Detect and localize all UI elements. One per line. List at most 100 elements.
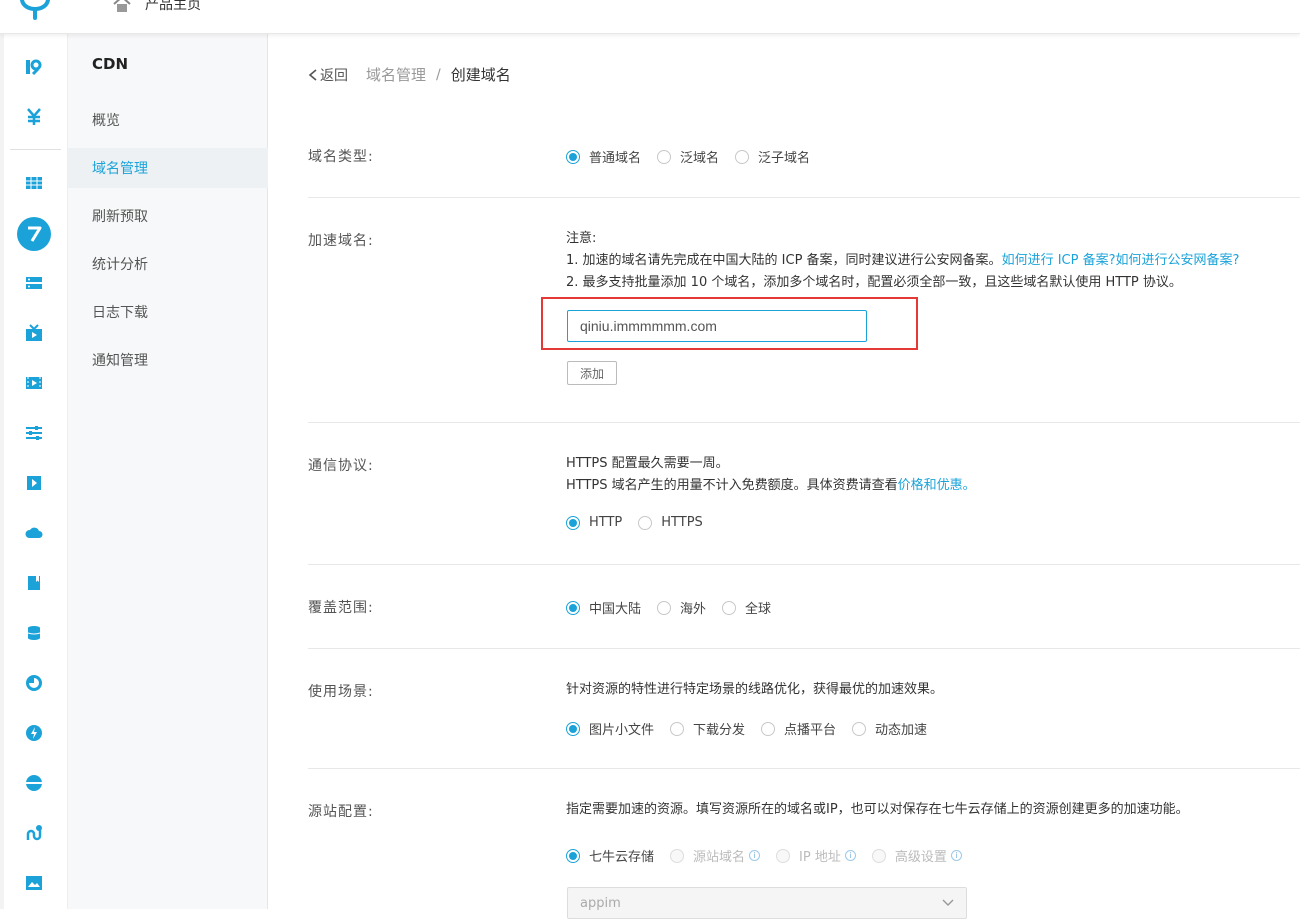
rail-item-play[interactable] xyxy=(0,468,68,498)
rail-divider xyxy=(10,149,61,150)
chevron-left-icon xyxy=(308,68,317,81)
sliders-icon xyxy=(26,426,42,440)
rail-item-billing[interactable] xyxy=(0,102,68,132)
radio-download[interactable]: 下载分发 xyxy=(670,719,745,738)
domain-type-section: 域名类型: 普通域名 泛域名 泛子域名 xyxy=(308,121,1300,198)
note-line-2: 2. 最多支持批量添加 10 个域名，添加多个域名时，配置必须全部一致，且这些域… xyxy=(566,275,1182,290)
radio-domain-normal[interactable]: 普通域名 xyxy=(566,147,641,166)
radio-overseas[interactable]: 海外 xyxy=(657,598,706,617)
rail-item-live[interactable] xyxy=(0,318,68,348)
radio-label: 全球 xyxy=(745,602,772,617)
protocol-line-2: HTTPS 域名产生的用量不计入免费额度。具体资费请查看价格和优惠。 xyxy=(566,475,976,497)
pricing-link[interactable]: 价格和优惠。 xyxy=(898,478,976,493)
info-icon: i xyxy=(844,850,856,861)
yen-icon xyxy=(27,108,41,125)
add-domain-button[interactable]: 添加 xyxy=(567,361,617,385)
protocol-line-1: HTTPS 配置最久需要一周。 xyxy=(566,456,729,471)
protocol-notes: HTTPS 配置最久需要一周。 HTTPS 域名产生的用量不计入免费额度。具体资… xyxy=(566,453,976,497)
play-icon xyxy=(27,476,41,490)
radio-https[interactable]: HTTPS xyxy=(638,515,703,530)
breadcrumb-parent[interactable]: 域名管理 xyxy=(366,64,426,85)
radio-label: 动态加速 xyxy=(875,723,928,738)
radio-qiniu-storage[interactable]: 七牛云存储 xyxy=(566,846,654,865)
icp-filing-link[interactable]: 如何进行 ICP 备案? xyxy=(1002,253,1116,268)
coverage-radio-group: 中国大陆 海外 全球 xyxy=(566,598,787,617)
origin-section: 源站配置: 指定需要加速的资源。填写资源所在的域名或IP，也可以对保存在七牛云存… xyxy=(308,769,1300,919)
pipeline-icon xyxy=(26,825,42,841)
rail-item-image[interactable] xyxy=(0,868,68,898)
protocol-radio-group: HTTP HTTPS xyxy=(566,515,719,530)
accel-domain-notes: 注意: 1. 加速的域名请先完成在中国大陆的 ICP 备案，同时建议进行公安网备… xyxy=(566,228,1300,294)
qiniu-logo-icon[interactable] xyxy=(18,0,52,22)
pie-icon xyxy=(26,675,42,691)
domain-input[interactable] xyxy=(567,310,867,342)
sidebar-item-overview[interactable]: 概览 xyxy=(68,100,268,140)
accel-domain-label: 加速域名: xyxy=(308,233,374,249)
rail-item-cloud[interactable] xyxy=(0,518,68,548)
back-link[interactable]: 返回 xyxy=(308,65,348,85)
radio-advanced[interactable]: 高级设置 i xyxy=(871,846,962,865)
product-rail xyxy=(0,34,68,909)
cdn-sidebar: CDN 概览 域名管理 刷新预取 统计分析 日志下载 通知管理 xyxy=(68,34,268,909)
radio-label: HTTP xyxy=(589,515,623,530)
radio-mainland[interactable]: 中国大陆 xyxy=(566,598,641,617)
rail-item-network[interactable] xyxy=(0,768,68,798)
grid-icon xyxy=(26,177,42,189)
radio-label: 高级设置 xyxy=(894,850,947,865)
radio-ip-address[interactable]: IP 地址 i xyxy=(776,846,856,865)
radio-dynamic[interactable]: 动态加速 xyxy=(852,719,927,738)
rail-item-video[interactable] xyxy=(0,368,68,398)
radio-vod[interactable]: 点播平台 xyxy=(761,719,836,738)
radio-origin-domain[interactable]: 源站域名 i xyxy=(670,846,761,865)
video-icon xyxy=(26,377,42,389)
radio-label: 普通域名 xyxy=(589,151,642,166)
rail-item-analytics[interactable] xyxy=(0,668,68,698)
rail-item-server[interactable] xyxy=(0,268,68,298)
rail-item-settings[interactable] xyxy=(0,418,68,448)
tv-icon xyxy=(26,324,42,341)
radio-domain-wildcard-sub[interactable]: 泛子域名 xyxy=(735,147,810,166)
accel-domain-section: 加速域名: 注意: 1. 加速的域名请先完成在中国大陆的 ICP 备案，同时建议… xyxy=(308,198,1300,423)
domain-type-label: 域名类型: xyxy=(308,149,374,165)
breadcrumb-current: 创建域名 xyxy=(450,66,511,84)
chevron-down-icon xyxy=(942,899,954,906)
radio-global[interactable]: 全球 xyxy=(722,598,771,617)
radio-http[interactable]: HTTP xyxy=(566,515,622,530)
note1-text: 1. 加速的域名请先完成在中国大陆的 ICP 备案，同时建议进行公安网备案。 xyxy=(566,253,1002,268)
globe-icon xyxy=(26,775,42,791)
origin-label: 源站配置: xyxy=(308,804,374,820)
radio-label: 中国大陆 xyxy=(589,602,642,617)
sidebar-item-log-download[interactable]: 日志下载 xyxy=(68,292,268,332)
rail-item-cdn[interactable] xyxy=(0,217,68,251)
origin-radio-group: 七牛云存储 源站域名 i IP 地址 i 高级设置 i xyxy=(566,846,978,865)
kodo-icon xyxy=(26,59,42,76)
sidebar-item-notifications[interactable]: 通知管理 xyxy=(68,340,268,380)
sidebar-item-refresh-prefetch[interactable]: 刷新预取 xyxy=(68,196,268,236)
rail-item-database[interactable] xyxy=(0,618,68,648)
rail-item-pipeline[interactable] xyxy=(0,818,68,848)
radio-domain-wildcard[interactable]: 泛域名 xyxy=(657,147,719,166)
bucket-select[interactable]: appim xyxy=(567,887,967,919)
origin-desc-text: 指定需要加速的资源。填写资源所在的域名或IP，也可以对保存在七牛云存储上的资源创… xyxy=(566,802,1189,817)
radio-label: 泛域名 xyxy=(680,151,720,166)
rail-item-functions[interactable] xyxy=(0,718,68,748)
radio-image-small-files[interactable]: 图片小文件 xyxy=(566,719,654,738)
radio-label: 源站域名 xyxy=(693,850,746,865)
rail-item-grid[interactable] xyxy=(0,168,68,198)
police-filing-link[interactable]: 如何进行公安网备案? xyxy=(1115,253,1239,268)
protocol-line-2-text: HTTPS 域名产生的用量不计入免费额度。具体资费请查看 xyxy=(566,478,898,493)
info-icon: i xyxy=(749,850,761,861)
top-bar: 产品主页 xyxy=(0,0,1300,34)
radio-label: 海外 xyxy=(680,602,707,617)
cdn-icon xyxy=(17,217,51,251)
radio-label: HTTPS xyxy=(661,515,703,530)
product-home-link[interactable]: 产品主页 xyxy=(113,0,201,14)
sidebar-item-domain-management[interactable]: 域名管理 xyxy=(68,148,268,188)
rail-item-kodo[interactable] xyxy=(0,52,68,82)
sidebar-title: CDN xyxy=(92,55,129,73)
rail-item-book[interactable] xyxy=(0,568,68,598)
radio-label: 图片小文件 xyxy=(589,723,655,738)
radio-label: 点播平台 xyxy=(784,723,837,738)
protocol-label: 通信协议: xyxy=(308,458,374,474)
sidebar-item-statistics[interactable]: 统计分析 xyxy=(68,244,268,284)
